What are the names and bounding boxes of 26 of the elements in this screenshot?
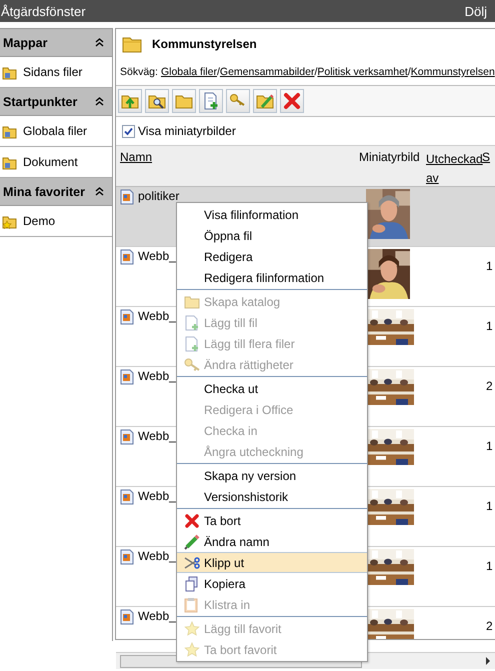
path-separator: / bbox=[216, 66, 220, 78]
section-title: Mina favoriter bbox=[3, 184, 85, 198]
table-cell: 2 bbox=[486, 379, 493, 393]
file-name: Webb_ bbox=[138, 549, 176, 563]
file-name: Webb_ bbox=[138, 249, 176, 263]
table-cell: 1 bbox=[486, 499, 493, 513]
file-name: Webb_ bbox=[138, 369, 176, 383]
path-separator: / bbox=[408, 66, 411, 78]
section-title: Startpunkter bbox=[3, 94, 78, 108]
table-cell: 2 bbox=[486, 619, 493, 633]
section-title: Mappar bbox=[3, 36, 48, 50]
table-cell: 1 bbox=[486, 559, 493, 573]
checkbox-label: Visa miniatyrbilder bbox=[138, 124, 236, 138]
table-cell: 1 bbox=[486, 439, 493, 453]
file-name: Webb_ bbox=[138, 309, 176, 323]
file-name: Webb_ bbox=[138, 489, 176, 503]
window-title: Åtgärdsfönster bbox=[1, 4, 86, 18]
folder-title: Kommunstyrelsen bbox=[152, 37, 257, 51]
file-name: politiker bbox=[138, 189, 180, 203]
path-separator: / bbox=[314, 66, 318, 78]
column-header: Miniatyrbild bbox=[359, 150, 421, 166]
file-name: Webb_ bbox=[138, 429, 176, 443]
table-cell: 1 bbox=[486, 319, 493, 333]
path-label: Sökväg: bbox=[120, 66, 158, 78]
table-cell: 1 bbox=[486, 259, 493, 273]
file-name: Webb_ bbox=[138, 609, 176, 623]
